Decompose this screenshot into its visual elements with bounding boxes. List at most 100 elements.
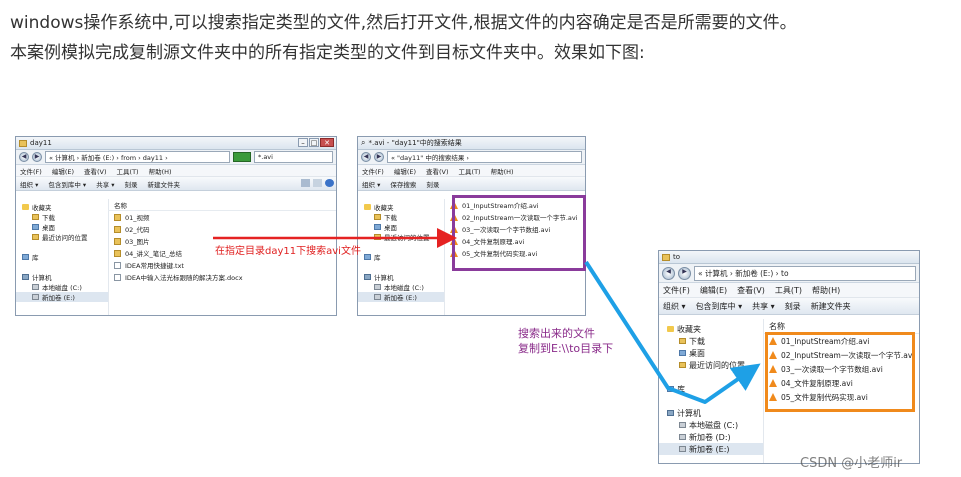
menu-view[interactable]: 查看(V) xyxy=(84,166,107,176)
new-folder-button[interactable]: 新建文件夹 xyxy=(811,301,851,312)
menu-file[interactable]: 文件(F) xyxy=(663,285,690,296)
list-item[interactable]: 02_代码 xyxy=(108,223,336,235)
minimize-button[interactable]: – xyxy=(298,138,308,147)
address-bar[interactable]: « 计算机 › 新加卷 (E:) › to xyxy=(694,265,916,281)
title-bar[interactable]: ⌕ *.avi - "day11"中的搜索结果 xyxy=(358,137,585,150)
include-in-library-button[interactable]: 包含到库中 ▾ xyxy=(696,301,743,312)
address-bar[interactable]: « 计算机 › 新加卷 (E:) › from › day11 › xyxy=(45,151,230,163)
nav-library[interactable]: 库 xyxy=(16,252,108,262)
list-item[interactable]: IDEA常用快捷键.txt xyxy=(108,259,336,271)
menu-file[interactable]: 文件(F) xyxy=(362,166,384,176)
nav-downloads[interactable]: 下载 xyxy=(659,335,763,347)
star-icon xyxy=(22,204,29,210)
nav-drive-d[interactable]: 新加卷 (D:) xyxy=(659,431,763,443)
organize-button[interactable]: 组织 ▾ xyxy=(20,179,38,189)
search-icon: ⌕ xyxy=(361,138,366,147)
menu-edit[interactable]: 编辑(E) xyxy=(52,166,74,176)
back-button[interactable]: ◀ xyxy=(662,266,675,280)
nav-recent[interactable]: 最近访问的位置 xyxy=(358,232,444,242)
menu-file[interactable]: 文件(F) xyxy=(20,166,42,176)
nav-favorites[interactable]: 收藏夹 xyxy=(16,202,108,212)
nav-recent[interactable]: 最近访问的位置 xyxy=(16,232,108,242)
nav-drive-e[interactable]: 新加卷 (E:) xyxy=(659,443,763,455)
nav-library[interactable]: 库 xyxy=(358,252,444,262)
navigation-pane: 收藏夹 下载 桌面 最近访问的位置 库 计算机 本地磁盘 (C:) 新加卷 (E… xyxy=(16,199,109,315)
back-button[interactable]: ◀ xyxy=(361,152,371,162)
menu-help[interactable]: 帮助(H) xyxy=(812,285,840,296)
navigation-pane: 收藏夹 下载 桌面 最近访问的位置 库 计算机 本地磁盘 (C:) 新加卷 (E… xyxy=(358,199,445,315)
back-button[interactable]: ◀ xyxy=(19,152,29,162)
menu-edit[interactable]: 编辑(E) xyxy=(394,166,416,176)
nav-desktop[interactable]: 桌面 xyxy=(358,222,444,232)
computer-icon xyxy=(22,274,29,280)
title-bar[interactable]: to xyxy=(659,251,919,264)
nav-desktop[interactable]: 桌面 xyxy=(16,222,108,232)
share-button[interactable]: 共享 ▾ xyxy=(96,179,114,189)
nav-drive-c[interactable]: 本地磁盘 (C:) xyxy=(659,419,763,431)
nav-downloads[interactable]: 下载 xyxy=(358,212,444,222)
nav-favorites[interactable]: 收藏夹 xyxy=(358,202,444,212)
preview-pane-icon[interactable] xyxy=(313,179,322,187)
new-folder-button[interactable]: 新建文件夹 xyxy=(148,179,181,189)
list-item[interactable]: IDEA中输入法光标跟随的解决方案.docx xyxy=(108,271,336,283)
list-item[interactable]: 01_视频 xyxy=(108,211,336,223)
burn-button[interactable]: 刻录 xyxy=(785,301,801,312)
csdn-watermark: CSDN @小老师ir xyxy=(800,456,903,471)
download-folder-icon xyxy=(32,214,39,220)
nav-drive-e[interactable]: 新加卷 (E:) xyxy=(16,292,108,302)
menu-help[interactable]: 帮助(H) xyxy=(491,166,514,176)
nav-library[interactable]: 库 xyxy=(659,383,763,395)
computer-icon xyxy=(364,274,371,280)
maximize-button[interactable]: □ xyxy=(309,138,319,147)
nav-drive-c[interactable]: 本地磁盘 (C:) xyxy=(16,282,108,292)
menu-view[interactable]: 查看(V) xyxy=(737,285,765,296)
nav-drive-c[interactable]: 本地磁盘 (C:) xyxy=(358,282,444,292)
desktop-icon xyxy=(679,350,686,356)
drive-icon xyxy=(679,446,686,452)
column-header-name[interactable]: 名称 xyxy=(108,199,336,211)
forward-button[interactable]: ▶ xyxy=(374,152,384,162)
refresh-button[interactable] xyxy=(233,152,251,162)
save-search-button[interactable]: 保存搜索 xyxy=(390,179,416,189)
file-list: 名称 01_视频 02_代码 03_图片 04_讲义_笔记_总结 IDEA常用快… xyxy=(108,199,336,283)
forward-button[interactable]: ▶ xyxy=(678,266,691,280)
menu-tools[interactable]: 工具(T) xyxy=(459,166,481,176)
nav-downloads[interactable]: 下载 xyxy=(16,212,108,222)
address-bar[interactable]: « "day11" 中的搜索结果 › xyxy=(387,151,582,163)
help-icon[interactable] xyxy=(325,179,334,187)
menu-tools[interactable]: 工具(T) xyxy=(117,166,139,176)
burn-button[interactable]: 刻录 xyxy=(426,179,439,189)
nav-computer[interactable]: 计算机 xyxy=(659,407,763,419)
library-icon xyxy=(364,254,371,260)
include-in-library-button[interactable]: 包含到库中 ▾ xyxy=(48,179,86,189)
view-options-icon[interactable] xyxy=(301,179,310,187)
menu-bar: 文件(F) 编辑(E) 查看(V) 工具(T) 帮助(H) xyxy=(358,165,585,177)
download-folder-icon xyxy=(679,338,686,344)
forward-button[interactable]: ▶ xyxy=(32,152,42,162)
drive-icon xyxy=(32,284,39,290)
drive-icon xyxy=(679,434,686,440)
intro-line-1: windows操作系统中,可以搜索指定类型的文件,然后打开文件,根据文件的内容确… xyxy=(10,13,797,33)
menu-help[interactable]: 帮助(H) xyxy=(149,166,172,176)
desktop-icon xyxy=(374,224,381,230)
nav-computer[interactable]: 计算机 xyxy=(358,272,444,282)
nav-recent[interactable]: 最近访问的位置 xyxy=(659,359,763,371)
folder-icon xyxy=(662,253,670,261)
menu-tools[interactable]: 工具(T) xyxy=(775,285,802,296)
organize-button[interactable]: 组织 ▾ xyxy=(663,301,686,312)
nav-desktop[interactable]: 桌面 xyxy=(659,347,763,359)
close-button[interactable]: ✕ xyxy=(320,138,334,147)
search-input[interactable]: *.avi xyxy=(254,151,333,163)
word-doc-icon xyxy=(114,273,121,281)
intro-line-2: 本案例模拟完成复制源文件夹中的所有指定类型的文件到目标文件夹中。效果如下图: xyxy=(10,43,645,63)
nav-drive-e[interactable]: 新加卷 (E:) xyxy=(358,292,444,302)
library-icon xyxy=(22,254,29,260)
title-bar[interactable]: day11 – □ ✕ xyxy=(16,137,336,150)
menu-view[interactable]: 查看(V) xyxy=(426,166,449,176)
nav-favorites[interactable]: 收藏夹 xyxy=(659,323,763,335)
menu-edit[interactable]: 编辑(E) xyxy=(700,285,727,296)
organize-button[interactable]: 组织 ▾ xyxy=(362,179,380,189)
share-button[interactable]: 共享 ▾ xyxy=(752,301,775,312)
nav-computer[interactable]: 计算机 xyxy=(16,272,108,282)
burn-button[interactable]: 刻录 xyxy=(125,179,138,189)
